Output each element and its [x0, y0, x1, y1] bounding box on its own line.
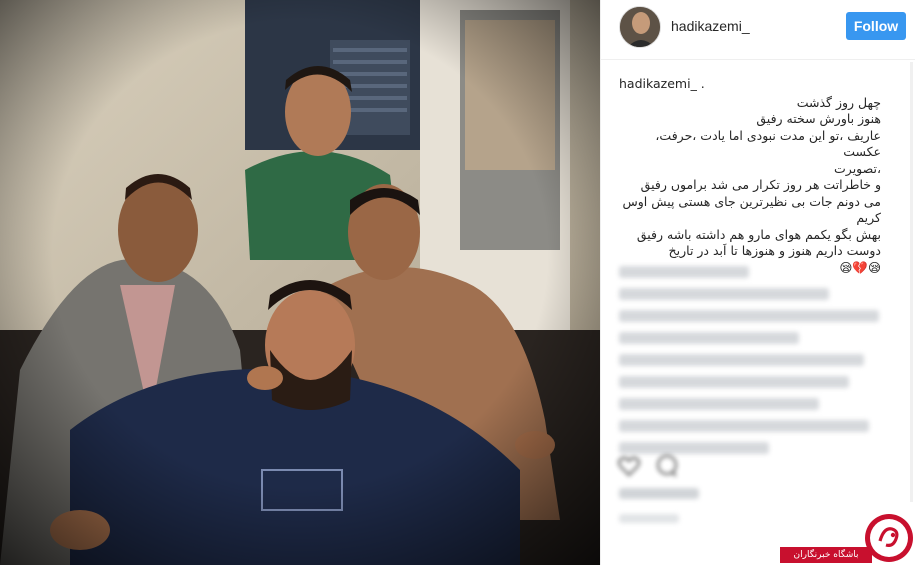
- blurred-comments: [619, 266, 899, 464]
- yjc-logo-icon: [865, 514, 913, 562]
- comments-scrollbar[interactable]: [910, 62, 913, 502]
- comment-placeholder: [619, 266, 749, 278]
- post-header: hadikazemi_ Follow: [601, 0, 915, 60]
- comment-placeholder: [619, 288, 829, 300]
- comment-placeholder: [619, 310, 879, 322]
- caption-line: ،تصویرت: [834, 160, 881, 176]
- comment-placeholder: [619, 354, 864, 366]
- caption-line: عاریف ،تو این مدت نبودی اما یادت ،حرفت، …: [655, 127, 881, 160]
- caption-line: و خاطراتت هر روز تکرار می شد براموں رفیق: [640, 177, 881, 192]
- post-date: [619, 514, 679, 523]
- caption-username[interactable]: hadikazemi_ .: [619, 76, 881, 93]
- caption-line: هنوز باورش سخته رفیق: [756, 111, 881, 126]
- caption-line: دوست داریم هنوز و هنوزها تا اَبد در تاری…: [668, 243, 881, 258]
- post-photo[interactable]: [0, 0, 600, 565]
- avatar-image: [620, 7, 660, 47]
- username-link[interactable]: hadikazemi_: [671, 18, 750, 34]
- watermark: باشگاه خبرنگاران: [780, 511, 915, 565]
- likes-count[interactable]: [619, 488, 699, 499]
- comment-placeholder: [619, 332, 799, 344]
- avatar[interactable]: [619, 6, 661, 48]
- action-bar: [617, 452, 717, 480]
- watermark-label: باشگاه خبرنگاران: [780, 547, 872, 563]
- group-photo: [0, 0, 600, 565]
- caption-line: بهش بگو یکمم هوای مارو هم داشته باشه رفی…: [636, 226, 881, 242]
- caption-line: می دونم جات بی نظیرترین جای هستی پیش اوس…: [622, 193, 881, 226]
- comment-icon[interactable]: [655, 454, 679, 478]
- comment-placeholder: [619, 420, 869, 432]
- follow-button[interactable]: Follow: [846, 12, 906, 40]
- heart-icon[interactable]: [617, 454, 641, 478]
- caption-line: چهل روز گذشت: [796, 94, 881, 110]
- post-details-panel: hadikazemi_ Follow hadikazemi_ . چهل روز…: [600, 0, 915, 565]
- comment-placeholder: [619, 398, 819, 410]
- post-caption: hadikazemi_ . چهل روز گذشت هنوز باورش سخ…: [619, 76, 881, 276]
- comment-placeholder: [619, 376, 849, 388]
